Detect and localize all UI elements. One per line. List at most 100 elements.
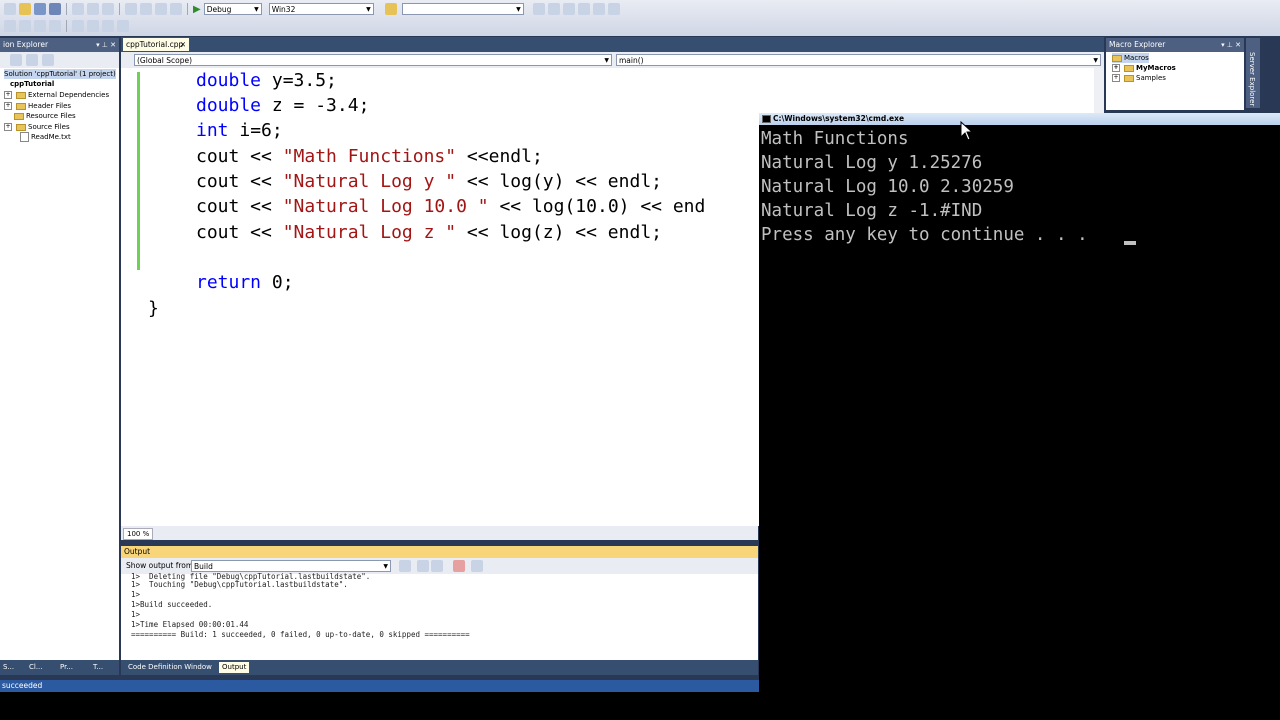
pane-buttons[interactable]: ▾ ⊥ ✕ bbox=[1221, 38, 1241, 52]
scope-select[interactable]: (Global Scope) ▼ bbox=[134, 54, 612, 66]
redo-icon[interactable] bbox=[140, 3, 152, 15]
server-explorer-label: Server Explorer bbox=[1248, 52, 1256, 107]
show-output-label: Show output from: bbox=[126, 561, 196, 570]
solution-config-select[interactable]: Debug ▼ bbox=[203, 3, 262, 15]
tree-source-files[interactable]: + Source Files bbox=[4, 122, 70, 132]
undo-icon[interactable] bbox=[125, 3, 137, 15]
console-line: Press any key to continue . . . bbox=[761, 225, 1088, 245]
zoom-level[interactable]: 100 % bbox=[123, 528, 154, 540]
bookmark-icon[interactable] bbox=[72, 20, 84, 32]
member-select[interactable]: main() ▼ bbox=[616, 54, 1101, 66]
extension-manager-icon[interactable] bbox=[607, 3, 620, 15]
tree-project[interactable]: cppTutorial bbox=[10, 79, 54, 89]
server-explorer-tab[interactable]: Server Explorer bbox=[1246, 38, 1260, 108]
save-icon[interactable] bbox=[34, 3, 46, 15]
find-combo[interactable]: ▼ bbox=[401, 3, 524, 15]
uncomment-icon[interactable] bbox=[19, 20, 31, 32]
macro-explorer: Macro Explorer ▾ ⊥ ✕ Macros + MyMacros + Sa… bbox=[1106, 38, 1244, 110]
open-folder-icon[interactable] bbox=[19, 3, 31, 15]
output-line: 1>Time Elapsed 00:00:01.44 bbox=[131, 620, 249, 629]
console-title-bar[interactable]: C:\Windows\system32\cmd.exe bbox=[759, 113, 1280, 125]
object-browser-icon[interactable] bbox=[562, 3, 575, 15]
tab-property-manager[interactable]: Pr... bbox=[57, 662, 76, 673]
tab-class-view[interactable]: Cl... bbox=[26, 662, 46, 673]
pane-buttons[interactable]: ▾ ⊥ ✕ bbox=[96, 38, 116, 52]
output-line: 1> Touching "Debug\cppTutorial.lastbuild… bbox=[131, 580, 348, 589]
tab-code-definition[interactable]: Code Definition Window bbox=[125, 662, 215, 673]
next-bookmark-icon[interactable] bbox=[102, 20, 114, 32]
tree-external-deps[interactable]: + External Dependencies bbox=[4, 90, 109, 100]
close-tab-icon[interactable]: ✕ bbox=[180, 38, 186, 51]
output-source-select[interactable]: Build ▼ bbox=[191, 560, 391, 572]
word-wrap-icon[interactable] bbox=[471, 560, 483, 572]
start-page-icon[interactable] bbox=[592, 3, 605, 15]
code-line: return 0; bbox=[196, 272, 294, 293]
properties-icon[interactable] bbox=[10, 54, 22, 66]
screen-bottom bbox=[0, 692, 1280, 720]
bottom-tool-tabs: Code Definition Window Output bbox=[121, 660, 758, 675]
solution-explorer-icon[interactable] bbox=[532, 3, 545, 15]
comment-icon[interactable] bbox=[4, 20, 16, 32]
new-project-icon[interactable] bbox=[4, 3, 16, 15]
navigation-bar: (Global Scope) ▼ main() ▼ bbox=[121, 52, 1104, 68]
indent-icon[interactable] bbox=[34, 20, 46, 32]
status-bar: succeeded bbox=[0, 680, 760, 692]
save-all-icon[interactable] bbox=[49, 3, 61, 15]
code-line: cout << "Natural Log 10.0 " << log(10.0)… bbox=[196, 196, 706, 217]
paste-icon[interactable] bbox=[102, 3, 114, 15]
output-line: 1> bbox=[131, 610, 141, 619]
tab-output[interactable]: Output bbox=[219, 662, 250, 673]
tree-mymacros[interactable]: + MyMacros bbox=[1112, 63, 1176, 73]
tree-readme[interactable]: ReadMe.txt bbox=[20, 132, 71, 142]
solution-explorer-header: ion Explorer ▾ ⊥ ✕ bbox=[0, 38, 119, 52]
copy-icon[interactable] bbox=[87, 3, 99, 15]
toolbar-row-1: ▶ Debug ▼ Win32 ▼ ▼ bbox=[0, 1, 620, 17]
tree-macros[interactable]: Macros bbox=[1112, 53, 1149, 63]
code-line: cout << "Math Functions" <<endl; bbox=[196, 146, 543, 167]
cut-icon[interactable] bbox=[72, 3, 84, 15]
toolbar-row-2 bbox=[0, 18, 129, 34]
code-line: double z = -3.4; bbox=[196, 95, 370, 116]
code-line: } bbox=[148, 298, 159, 319]
clear-all-icon[interactable] bbox=[453, 560, 465, 572]
properties-icon[interactable] bbox=[547, 3, 560, 15]
output-line: 1>Build succeeded. bbox=[131, 600, 213, 609]
start-debugging-icon[interactable]: ▶ bbox=[193, 4, 201, 15]
editor-horizontal-bar bbox=[121, 526, 758, 540]
change-tracking-bar bbox=[137, 72, 140, 270]
toolbox-icon[interactable] bbox=[577, 3, 590, 15]
prev-message-icon[interactable] bbox=[417, 560, 429, 572]
next-message-icon[interactable] bbox=[431, 560, 443, 572]
code-line: cout << "Natural Log y " << log(y) << en… bbox=[196, 171, 662, 192]
outdent-icon[interactable] bbox=[49, 20, 61, 32]
console-line: Natural Log 10.0 2.30259 bbox=[761, 177, 1014, 197]
macro-explorer-header: Macro Explorer ▾ ⊥ ✕ bbox=[1106, 38, 1244, 52]
solution-platform-select[interactable]: Win32 ▼ bbox=[268, 3, 374, 15]
tree-header-files[interactable]: + Header Files bbox=[4, 101, 71, 111]
find-message-icon[interactable] bbox=[399, 560, 411, 572]
tree-resource-files[interactable]: Resource Files bbox=[4, 111, 76, 121]
tab-team-explorer[interactable]: T... bbox=[90, 662, 106, 673]
output-line: 1> bbox=[131, 590, 141, 599]
code-line: double y=3.5; bbox=[196, 70, 337, 91]
tab-solution[interactable]: S... bbox=[0, 662, 17, 673]
output-line: ========== Build: 1 succeeded, 0 failed,… bbox=[131, 630, 470, 639]
clear-bookmarks-icon[interactable] bbox=[117, 20, 129, 32]
console-icon bbox=[762, 115, 771, 123]
find-in-files-icon[interactable] bbox=[384, 3, 397, 15]
prev-bookmark-icon[interactable] bbox=[87, 20, 99, 32]
refresh-icon[interactable] bbox=[42, 54, 54, 66]
code-line: int i=6; bbox=[196, 120, 283, 141]
console-line: Natural Log z -1.#IND bbox=[761, 201, 983, 221]
navigate-forward-icon[interactable] bbox=[170, 3, 182, 15]
tree-samples[interactable]: + Samples bbox=[1112, 73, 1166, 83]
solution-explorer: ion Explorer ▾ ⊥ ✕ Solution 'cppTutorial… bbox=[0, 38, 119, 662]
console-line: Math Functions bbox=[761, 129, 909, 149]
show-all-files-icon[interactable] bbox=[26, 54, 38, 66]
console-cursor bbox=[1124, 241, 1136, 245]
file-icon bbox=[20, 132, 29, 142]
tree-solution[interactable]: Solution 'cppTutorial' (1 project) bbox=[4, 69, 116, 79]
left-tool-tabs: S... Cl... Pr... T... bbox=[0, 660, 119, 675]
tab-cpptutorial[interactable]: cppTutorial.cpp ✕ bbox=[123, 38, 189, 51]
navigate-back-icon[interactable] bbox=[155, 3, 167, 15]
